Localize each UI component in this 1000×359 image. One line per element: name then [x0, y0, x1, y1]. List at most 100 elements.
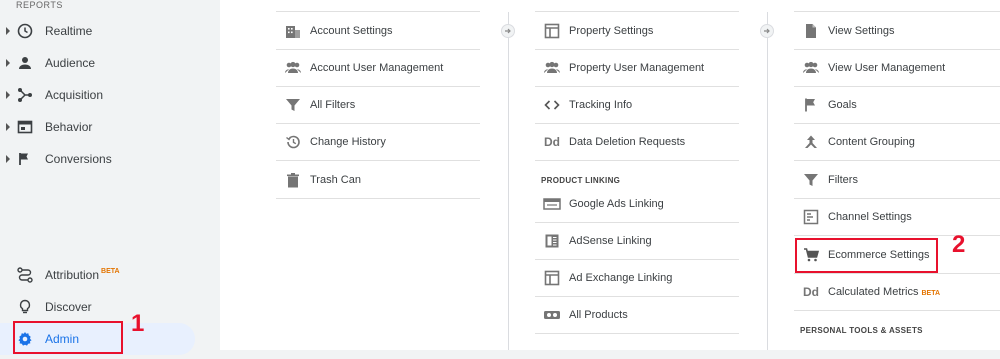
document-icon	[802, 22, 820, 40]
filter-icon	[284, 96, 302, 114]
row-label: All Filters	[310, 99, 356, 111]
building-icon	[284, 22, 302, 40]
people-icon	[543, 59, 561, 77]
people-icon	[284, 59, 302, 77]
annotation-marker-2: 2	[952, 231, 966, 258]
adsense-linking-item[interactable]: AdSense Linking	[535, 223, 739, 260]
reports-section-label: REPORTS	[16, 0, 63, 10]
row-label: Calculated Metrics BETA	[828, 286, 940, 298]
row-label: Property User Management	[569, 62, 705, 74]
row-label: Channel Settings	[828, 211, 912, 223]
people-icon	[802, 59, 820, 77]
column-top-rule	[535, 0, 739, 12]
footer-strip	[220, 350, 1000, 359]
sidebar-item-label: Conversions	[45, 152, 112, 166]
lightbulb-icon	[16, 298, 34, 316]
dd-icon: Dd	[544, 135, 560, 149]
caret-right-icon	[6, 123, 10, 131]
product-linking-header: PRODUCT LINKING	[541, 176, 621, 185]
column-top-rule	[794, 0, 1000, 12]
adexchange-icon	[543, 269, 561, 287]
account-settings-item[interactable]: Account Settings	[276, 13, 480, 50]
arrow-right-icon[interactable]	[760, 24, 774, 38]
goals-item[interactable]: Goals	[794, 87, 1000, 124]
row-label: Tracking Info	[569, 99, 633, 111]
dd-icon: Dd	[803, 285, 819, 299]
ecommerce-highlight-box	[795, 238, 938, 273]
ads-icon	[543, 195, 561, 213]
behavior-icon	[16, 118, 34, 136]
person-icon	[16, 54, 34, 72]
caret-right-icon	[6, 59, 10, 67]
row-label: Trash Can	[310, 174, 361, 186]
beta-badge: BETA	[921, 290, 941, 297]
flag-icon	[16, 150, 34, 168]
row-label: AdSense Linking	[569, 235, 652, 247]
row-label: Goals	[828, 99, 857, 111]
sidebar-item-label: Audience	[45, 56, 96, 70]
link-icon	[543, 306, 561, 324]
trash-can-item[interactable]: Trash Can	[276, 162, 480, 199]
channel-icon	[802, 208, 820, 226]
row-label: View Settings	[828, 25, 895, 37]
beta-badge: BETA	[101, 268, 120, 275]
account-user-management-item[interactable]: Account User Management	[276, 50, 480, 87]
column-top-rule	[276, 0, 480, 12]
ad-exchange-linking-item[interactable]: Ad Exchange Linking	[535, 260, 739, 297]
property-user-management-item[interactable]: Property User Management	[535, 50, 739, 87]
row-label: Property Settings	[569, 25, 654, 37]
data-deletion-requests-item[interactable]: Dd Data Deletion Requests	[535, 124, 739, 161]
column-divider	[767, 12, 768, 350]
change-history-item[interactable]: Change History	[276, 124, 480, 161]
view-settings-item[interactable]: View Settings	[794, 13, 1000, 50]
acquisition-icon	[16, 86, 34, 104]
content-grouping-item[interactable]: Content Grouping	[794, 124, 1000, 161]
attribution-icon	[16, 266, 34, 284]
caret-right-icon	[6, 91, 10, 99]
history-icon	[284, 133, 302, 151]
row-label: View User Management	[828, 62, 946, 74]
trash-icon	[284, 171, 302, 189]
row-label: Filters	[828, 174, 858, 186]
row-label: Data Deletion Requests	[569, 136, 686, 148]
admin-highlight-box	[13, 321, 123, 354]
caret-right-icon	[6, 155, 10, 163]
row-label: Change History	[310, 136, 386, 148]
sidebar-item-realtime[interactable]: Realtime	[0, 17, 220, 45]
caret-right-icon	[6, 27, 10, 35]
row-label: Account User Management	[310, 62, 444, 74]
google-ads-linking-item[interactable]: Google Ads Linking	[535, 186, 739, 223]
personal-tools-header: PERSONAL TOOLS & ASSETS	[800, 326, 923, 335]
calculated-metrics-item[interactable]: Dd Calculated Metrics BETA	[794, 274, 1000, 311]
all-products-item[interactable]: All Products	[535, 297, 739, 334]
channel-settings-item[interactable]: Channel Settings	[794, 199, 1000, 236]
sidebar-item-label: Acquisition	[45, 88, 104, 102]
flag-icon	[802, 96, 820, 114]
row-label: All Products	[569, 309, 628, 321]
calculated-metrics-label: Calculated Metrics	[828, 286, 919, 298]
clock-icon	[16, 22, 34, 40]
sidebar-item-label: Discover	[45, 300, 92, 314]
window-icon	[543, 22, 561, 40]
sidebar: REPORTS Realtime Audience Acquisition Be…	[0, 0, 220, 359]
sidebar-item-audience[interactable]: Audience	[0, 49, 220, 77]
filter-icon	[802, 171, 820, 189]
view-user-management-item[interactable]: View User Management	[794, 50, 1000, 87]
adsense-icon	[543, 232, 561, 250]
row-label: Content Grouping	[828, 136, 915, 148]
sidebar-item-conversions[interactable]: Conversions	[0, 145, 220, 173]
sidebar-item-label: Behavior	[45, 120, 93, 134]
code-icon	[543, 96, 561, 114]
sidebar-item-label: Realtime	[45, 24, 93, 38]
sidebar-item-behavior[interactable]: Behavior	[0, 113, 220, 141]
row-label: Account Settings	[310, 25, 393, 37]
property-settings-item[interactable]: Property Settings	[535, 13, 739, 50]
filters-item[interactable]: Filters	[794, 162, 1000, 199]
sidebar-item-discover[interactable]: Discover	[0, 293, 220, 321]
all-filters-item[interactable]: All Filters	[276, 87, 480, 124]
sidebar-item-acquisition[interactable]: Acquisition	[0, 81, 220, 109]
annotation-marker-1: 1	[131, 310, 145, 337]
arrow-right-icon[interactable]	[501, 24, 515, 38]
sidebar-item-attribution[interactable]: Attribution BETA	[0, 261, 220, 289]
tracking-info-item[interactable]: Tracking Info	[535, 87, 739, 124]
